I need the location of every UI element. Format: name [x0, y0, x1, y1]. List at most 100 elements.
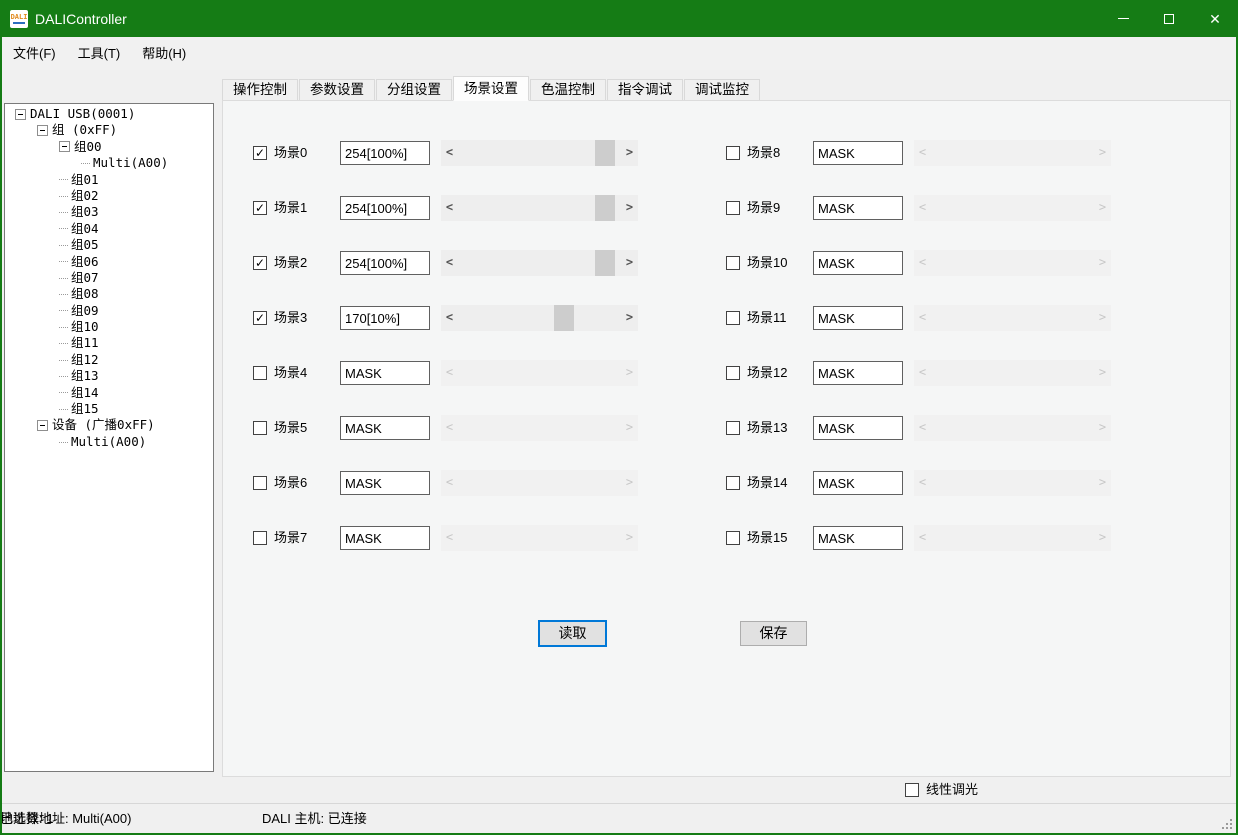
scene-scrollbar[interactable]: < > [441, 470, 638, 496]
tab[interactable]: 调试监控 [684, 79, 760, 100]
tree-item[interactable]: 组03 [7, 204, 211, 220]
tree-item[interactable]: 组01 [7, 172, 211, 188]
scene-scrollbar[interactable]: < > [914, 525, 1111, 551]
scene-scrollbar[interactable]: < > [914, 415, 1111, 441]
scene-scrollbar[interactable]: < > [914, 140, 1111, 166]
scene-checkbox[interactable] [253, 366, 267, 380]
scene-value-input[interactable] [340, 251, 430, 275]
scene-checkbox[interactable] [253, 531, 267, 545]
tree-item[interactable]: 组08 [7, 286, 211, 302]
scroll-right-icon[interactable]: > [1094, 140, 1111, 166]
scroll-left-icon[interactable]: < [914, 140, 931, 166]
tree-item[interactable]: 组04 [7, 221, 211, 237]
tree-item[interactable]: 组00 [7, 139, 211, 155]
scene-scrollbar[interactable]: < > [441, 360, 638, 386]
scroll-left-icon[interactable]: < [441, 250, 458, 276]
scene-scrollbar[interactable]: < > [914, 195, 1111, 221]
scene-checkbox[interactable] [726, 531, 740, 545]
scroll-right-icon[interactable]: > [621, 140, 638, 166]
scene-checkbox[interactable] [726, 366, 740, 380]
tree-item[interactable]: 组06 [7, 254, 211, 270]
scene-value-input[interactable] [340, 196, 430, 220]
tree-item[interactable]: DALI USB(0001) [7, 106, 211, 122]
scroll-right-icon[interactable]: > [1094, 360, 1111, 386]
scroll-left-icon[interactable]: < [441, 360, 458, 386]
scroll-left-icon[interactable]: < [914, 415, 931, 441]
scene-scrollbar[interactable]: < > [914, 470, 1111, 496]
scroll-thumb[interactable] [554, 305, 574, 331]
titlebar[interactable]: DALI DALIController ✕ [0, 0, 1238, 37]
scene-checkbox[interactable] [253, 421, 267, 435]
tree-item[interactable]: 设备 (广播0xFF) [7, 417, 211, 433]
save-button[interactable]: 保存 [740, 621, 807, 646]
minimize-button[interactable] [1100, 0, 1146, 37]
scroll-left-icon[interactable]: < [441, 415, 458, 441]
scroll-left-icon[interactable]: < [914, 250, 931, 276]
read-button[interactable]: 读取 [538, 620, 607, 647]
scroll-right-icon[interactable]: > [1094, 415, 1111, 441]
scene-checkbox[interactable]: ✓ [253, 146, 267, 160]
tree-item[interactable]: 组02 [7, 188, 211, 204]
tab[interactable]: 参数设置 [299, 79, 375, 100]
scene-value-input[interactable] [813, 251, 903, 275]
scene-scrollbar[interactable]: < > [914, 250, 1111, 276]
tree-expander-icon[interactable] [15, 109, 26, 120]
resize-grip-icon[interactable] [1218, 815, 1232, 829]
scroll-left-icon[interactable]: < [441, 470, 458, 496]
scene-value-input[interactable] [340, 306, 430, 330]
scene-value-input[interactable] [813, 361, 903, 385]
scene-checkbox[interactable] [726, 421, 740, 435]
tree-item[interactable]: Multi(A00) [7, 434, 211, 450]
tab[interactable]: 色温控制 [530, 79, 606, 100]
scroll-right-icon[interactable]: > [1094, 195, 1111, 221]
scene-value-input[interactable] [813, 141, 903, 165]
scroll-left-icon[interactable]: < [914, 360, 931, 386]
scroll-thumb[interactable] [595, 195, 615, 221]
tree-item[interactable]: 组15 [7, 401, 211, 417]
scene-value-input[interactable] [340, 361, 430, 385]
scene-checkbox[interactable] [253, 476, 267, 490]
menu-item[interactable]: 工具(T) [67, 37, 132, 70]
scroll-left-icon[interactable]: < [914, 525, 931, 551]
scene-checkbox[interactable] [726, 201, 740, 215]
scene-scrollbar[interactable]: < > [441, 305, 638, 331]
tree-item[interactable]: 组13 [7, 368, 211, 384]
scroll-right-icon[interactable]: > [621, 360, 638, 386]
tree-expander-icon[interactable] [37, 125, 48, 136]
scroll-right-icon[interactable]: > [621, 195, 638, 221]
scene-value-input[interactable] [340, 471, 430, 495]
menu-item[interactable]: 文件(F) [2, 37, 67, 70]
tree-item[interactable]: 组11 [7, 335, 211, 351]
tree-expander-icon[interactable] [59, 141, 70, 152]
scene-value-input[interactable] [813, 471, 903, 495]
scene-value-input[interactable] [813, 416, 903, 440]
scene-value-input[interactable] [340, 141, 430, 165]
menu-item[interactable]: 帮助(H) [131, 37, 197, 70]
scroll-left-icon[interactable]: < [914, 470, 931, 496]
scroll-left-icon[interactable]: < [441, 195, 458, 221]
tree-item[interactable]: 组14 [7, 385, 211, 401]
scene-checkbox[interactable]: ✓ [253, 256, 267, 270]
tree-item[interactable]: Multi(A00) [7, 155, 211, 171]
tree-item[interactable]: 组07 [7, 270, 211, 286]
scroll-right-icon[interactable]: > [1094, 525, 1111, 551]
scroll-right-icon[interactable]: > [621, 250, 638, 276]
scroll-right-icon[interactable]: > [621, 525, 638, 551]
scroll-left-icon[interactable]: < [914, 195, 931, 221]
scroll-thumb[interactable] [595, 140, 615, 166]
scene-value-input[interactable] [813, 196, 903, 220]
scene-checkbox[interactable]: ✓ [253, 201, 267, 215]
scroll-right-icon[interactable]: > [1094, 470, 1111, 496]
maximize-button[interactable] [1146, 0, 1192, 37]
scroll-right-icon[interactable]: > [1094, 250, 1111, 276]
scene-scrollbar[interactable]: < > [441, 525, 638, 551]
tab[interactable]: 指令调试 [607, 79, 683, 100]
scene-checkbox[interactable] [726, 256, 740, 270]
scene-checkbox[interactable] [726, 146, 740, 160]
tab[interactable]: 场景设置 [453, 76, 529, 101]
scene-value-input[interactable] [813, 306, 903, 330]
tree-item[interactable]: 组10 [7, 319, 211, 335]
scroll-left-icon[interactable]: < [441, 305, 458, 331]
scroll-right-icon[interactable]: > [621, 470, 638, 496]
scene-scrollbar[interactable]: < > [914, 360, 1111, 386]
